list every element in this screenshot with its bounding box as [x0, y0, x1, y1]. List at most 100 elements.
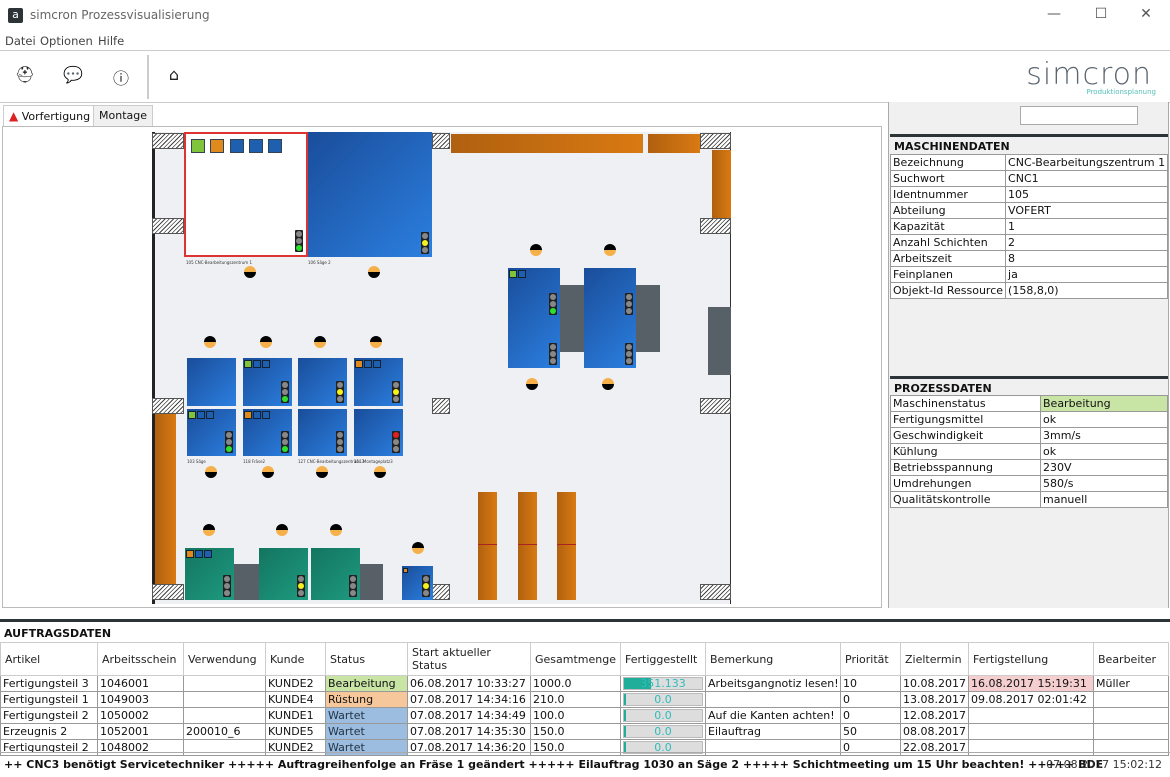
table-row[interactable]: Fertigungsteil 3 1046001 KUNDE2 Bearbeitung…	[0, 675, 1169, 692]
machine-fraese2[interactable]: 118 Fräse2	[243, 409, 292, 464]
progress-bar: 0.0	[623, 693, 703, 706]
traffic-light-icon	[281, 431, 289, 453]
property-row[interactable]: Fertigungsmittel ok	[890, 411, 1168, 428]
property-row[interactable]: Suchwort CNC1	[889, 170, 1169, 187]
minimize-button[interactable]: —	[1044, 6, 1064, 22]
property-row[interactable]: Kapazität 1	[889, 218, 1169, 235]
tab-vorfertigung[interactable]: ▲ Vorfertigung	[3, 105, 97, 127]
machine-label: 118 Fräse2	[243, 459, 266, 464]
column-header[interactable]: Start aktueller Status	[407, 642, 531, 676]
machine-montageplatz3[interactable]: 111 Montageplatz3	[354, 409, 403, 464]
property-row[interactable]: Anzahl Schichten 2	[889, 234, 1169, 251]
traffic-light-icon	[421, 232, 429, 254]
property-row[interactable]: Objekt-Id Ressource (158,8,0)	[889, 282, 1169, 299]
cell-fertig: 0.0	[620, 723, 706, 740]
traffic-light-icon	[625, 293, 633, 315]
property-label: Abteilung	[889, 202, 1007, 219]
cell-ziel: 13.08.2017	[900, 691, 969, 708]
menu-datei[interactable]: Datei	[5, 34, 36, 48]
pillar	[432, 584, 450, 600]
property-value: VOFERT	[1005, 202, 1169, 219]
column-header[interactable]: Fertiggestellt	[620, 642, 706, 676]
traffic-light-icon	[625, 343, 633, 365]
property-row[interactable]: Bezeichnung CNC-Bearbeitungszentrum 1	[889, 154, 1169, 171]
close-button[interactable]: ✕	[1136, 6, 1156, 22]
storage-rack	[518, 492, 537, 600]
column-header[interactable]: Bemerkung	[705, 642, 841, 676]
operator-icon	[604, 244, 616, 256]
progress-bar: 0.0	[623, 709, 703, 722]
machine[interactable]	[187, 358, 236, 406]
cell-bemerkung: Auf die Kanten achten!	[705, 707, 841, 724]
property-row[interactable]: Betriebsspannung 230V	[890, 459, 1168, 476]
cell-bearbeiter	[1093, 723, 1169, 740]
column-header[interactable]: Status	[325, 642, 408, 676]
chat-icon[interactable]: 💬	[62, 65, 84, 87]
machine[interactable]	[298, 358, 347, 406]
pillar	[432, 398, 450, 414]
machine[interactable]	[311, 548, 360, 600]
column-header[interactable]: Verwendung	[183, 642, 266, 676]
machine-cnc1-selected[interactable]: 105 CNC-Bearbeitungszentrum 1	[184, 132, 308, 265]
orders-table: Artikel Arbeitsschein Verwendung Kunde Statu…	[0, 642, 1169, 756]
home-icon[interactable]: ⌂	[163, 65, 185, 87]
machine-saege2[interactable]: 106 Säge 2	[308, 132, 432, 265]
property-label: Feinplanen	[889, 266, 1007, 283]
property-row[interactable]: Umdrehungen 580/s	[890, 475, 1168, 492]
machine-cnc3[interactable]: 127 CNC-Bearbeitungszentrum 3	[298, 409, 364, 464]
column-header[interactable]: Arbeitsschein	[97, 642, 184, 676]
property-row[interactable]: Identnummer 105	[889, 186, 1169, 203]
machine[interactable]	[402, 566, 433, 600]
machine[interactable]	[584, 268, 636, 368]
cell-arbeitsschein: 1052001	[97, 723, 184, 740]
property-row[interactable]: Qualitätskontrolle manuell	[890, 491, 1168, 508]
operator-icon[interactable]: ⛑	[14, 65, 36, 87]
machine-saege[interactable]: 103 Säge	[187, 409, 236, 464]
operator-icon	[314, 336, 326, 348]
column-header[interactable]: Priorität	[840, 642, 901, 676]
column-header[interactable]: Gesamtmenge	[530, 642, 621, 676]
column-header[interactable]: Artikel	[0, 642, 98, 676]
machine-label: 106 Säge 2	[308, 260, 331, 265]
tab-montage[interactable]: Montage	[93, 105, 153, 126]
machine[interactable]	[259, 548, 308, 600]
property-row[interactable]: Abteilung VOFERT	[889, 202, 1169, 219]
column-header[interactable]: Kunde	[265, 642, 326, 676]
cell-kunde: KUNDE1	[265, 707, 326, 724]
property-label: Maschinenstatus	[890, 395, 1041, 412]
column-header[interactable]: Fertigstellung	[968, 642, 1094, 676]
maximize-button[interactable]: ☐	[1091, 6, 1111, 22]
property-row[interactable]: Arbeitszeit 8	[889, 250, 1169, 267]
machine[interactable]	[185, 548, 234, 600]
operator-icon	[262, 466, 274, 478]
menu-hilfe[interactable]: Hilfe	[98, 34, 124, 48]
property-row[interactable]: Geschwindigkeit 3mm/s	[890, 427, 1168, 444]
property-label: Betriebsspannung	[890, 459, 1041, 476]
cell-kunde: KUNDE5	[265, 723, 326, 740]
traffic-light-icon	[392, 431, 400, 453]
machine[interactable]	[243, 358, 292, 406]
machine-label: 111 Montageplatz3	[354, 459, 393, 464]
property-row[interactable]: Kühlung ok	[890, 443, 1168, 460]
conveyor	[648, 134, 700, 153]
workbench	[708, 307, 731, 375]
table-row[interactable]: Fertigungsteil 2 1050002 KUNDE1 Wartet 07.08…	[0, 707, 1169, 724]
workbench	[636, 285, 660, 352]
cell-start: 07.08.2017 14:34:16	[407, 691, 531, 708]
property-row[interactable]: Maschinenstatus Bearbeitung	[890, 395, 1168, 412]
machine[interactable]	[354, 358, 403, 406]
pillar	[432, 133, 450, 149]
cell-bemerkung: Arbeitsgangnotiz lesen!	[705, 675, 841, 692]
traffic-light-icon	[549, 293, 557, 315]
machine[interactable]	[508, 268, 560, 368]
column-header[interactable]: Zieltermin	[900, 642, 969, 676]
property-row[interactable]: Feinplanen ja	[889, 266, 1169, 283]
column-header[interactable]: Bearbeiter	[1093, 642, 1169, 676]
menu-optionen[interactable]: Optionen	[40, 34, 93, 48]
search-input[interactable]	[1020, 106, 1138, 125]
help-icon[interactable]: ⓘ	[110, 65, 132, 88]
table-row[interactable]: Erzeugnis 2 1052001 200010_6 KUNDE5 Wartet 07…	[0, 723, 1169, 740]
table-row[interactable]: Fertigungsteil 1 1049003 KUNDE4 Rüstung 07.0…	[0, 691, 1169, 708]
cell-kunde: KUNDE4	[265, 691, 326, 708]
cell-gesamt: 1000.0	[530, 675, 621, 692]
